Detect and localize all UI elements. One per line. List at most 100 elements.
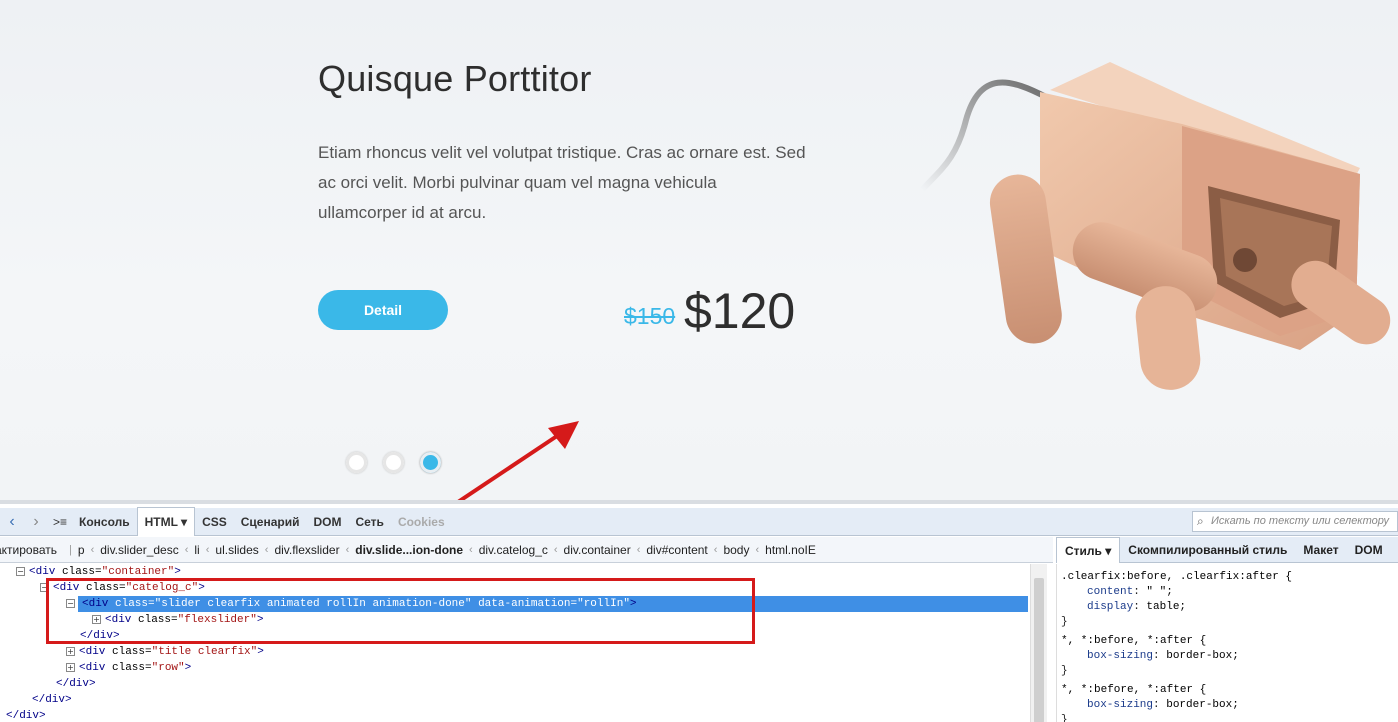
breadcrumb-item-content[interactable]: div#content xyxy=(642,543,711,557)
closing-tag: </div> xyxy=(80,630,120,642)
devtools-panel: ‹ › >≡ Консоль HTML ▾ CSS Сценарий DOM С… xyxy=(0,500,1398,722)
tree-row[interactable]: </div> xyxy=(32,692,72,708)
tag-name: <div xyxy=(79,646,106,658)
detail-button[interactable]: Detail xyxy=(318,290,448,330)
tree-row[interactable]: </div> xyxy=(6,708,46,722)
css-property-name: box-sizing xyxy=(1087,650,1154,662)
html-tree: − <div class="container"> − <div class="cat… xyxy=(0,564,1030,722)
css-property[interactable]: display: table; xyxy=(1061,600,1394,615)
css-property[interactable]: content: " "; xyxy=(1061,585,1394,600)
tab-html[interactable]: HTML ▾ xyxy=(136,507,196,536)
slider-pagination xyxy=(346,452,441,473)
slide-title: Quisque Porttitor xyxy=(318,58,592,99)
css-property-value: " "; xyxy=(1146,586,1173,598)
tag-close: > xyxy=(198,582,205,594)
tab-script[interactable]: Сценарий xyxy=(234,508,307,536)
attribute-name: class= xyxy=(108,598,155,610)
tree-row[interactable]: </div> xyxy=(56,676,96,692)
breadcrumb-item-container[interactable]: div.container xyxy=(560,543,635,557)
tab-side-dom[interactable]: DOM xyxy=(1347,537,1391,563)
tab-dom[interactable]: DOM xyxy=(307,508,349,536)
css-selector[interactable]: .clearfix:before, .clearfix:after { xyxy=(1061,570,1394,585)
slider-dot-1[interactable] xyxy=(346,452,367,473)
breadcrumb-item-slides[interactable]: ul.slides xyxy=(211,543,262,557)
breadcrumb-item-flexslider[interactable]: div.flexslider xyxy=(270,543,343,557)
tree-row-selected[interactable]: − <div class="slider clearfix animated ro… xyxy=(66,596,1028,612)
tree-row[interactable]: + <div class="title clearfix"> xyxy=(66,644,264,660)
attribute-value: "catelog_c" xyxy=(125,582,199,594)
css-rule: *, *:before, *:after {box-sizing: border… xyxy=(1061,634,1394,679)
tag-name: <div xyxy=(53,582,80,594)
tag-close: > xyxy=(257,646,264,658)
slider-dot-2[interactable] xyxy=(383,452,404,473)
tab-layout[interactable]: Макет xyxy=(1295,537,1346,563)
tab-style[interactable]: Стиль ▾ xyxy=(1056,536,1121,563)
closing-tag: </div> xyxy=(6,710,46,722)
breadcrumb-item-slider-desc[interactable]: div.slider_desc xyxy=(96,543,182,557)
breadcrumb-separator: ‹ xyxy=(755,543,760,556)
breadcrumb-separator: ‹ xyxy=(264,543,269,556)
tree-row[interactable]: </div> xyxy=(80,628,120,644)
css-property[interactable]: box-sizing: border-box; xyxy=(1061,698,1394,713)
breadcrumb-item-html[interactable]: html.noIE xyxy=(761,543,820,557)
hero-slider: Quisque Porttitor Etiam rhoncus velit ve… xyxy=(0,0,1398,500)
breadcrumb-separator: ‹ xyxy=(345,543,350,556)
breadcrumb-item-slider[interactable]: div.slide...ion-done xyxy=(351,543,467,557)
tag-name: <div xyxy=(79,662,106,674)
tree-row[interactable]: − <div class="catelog_c"> xyxy=(40,580,205,596)
css-property-name: box-sizing xyxy=(1087,699,1154,711)
search-placeholder: Искать по тексту или селектору xyxy=(1211,515,1390,527)
breadcrumb-item-li[interactable]: li xyxy=(190,543,203,557)
devtools-search-input[interactable]: ⌕ Искать по тексту или селектору xyxy=(1192,511,1398,532)
css-rule-end: } xyxy=(1061,714,1068,722)
command-line-icon[interactable]: >≡ xyxy=(48,510,72,534)
collapse-icon[interactable]: − xyxy=(40,583,49,592)
css-rule-end: } xyxy=(1061,616,1068,628)
devtools-tabbar: ‹ › >≡ Консоль HTML ▾ CSS Сценарий DOM С… xyxy=(0,507,1398,536)
tab-net[interactable]: Сеть xyxy=(349,508,391,536)
expand-icon[interactable]: + xyxy=(92,615,101,624)
breadcrumb-item-catelog[interactable]: div.catelog_c xyxy=(475,543,552,557)
breadcrumb: дактировать | p ‹ div.slider_desc ‹ li ‹… xyxy=(0,537,1053,563)
tree-row[interactable]: − <div class="container"> xyxy=(16,564,181,580)
tab-console[interactable]: Консоль xyxy=(72,508,137,536)
css-selector[interactable]: *, *:before, *:after { xyxy=(1061,683,1394,698)
back-icon[interactable]: ‹ xyxy=(0,510,24,534)
old-price: $150 xyxy=(624,303,676,329)
forward-icon[interactable]: › xyxy=(24,510,48,534)
tag-name: <div xyxy=(29,566,56,578)
css-colon: : xyxy=(1133,601,1147,613)
tag-close: > xyxy=(256,614,264,626)
attribute-value: "rollIn" xyxy=(577,598,630,610)
css-property-name: content xyxy=(1087,586,1134,598)
breadcrumb-separator: ‹ xyxy=(469,543,473,556)
expand-icon[interactable]: + xyxy=(66,663,75,672)
css-property-value: table; xyxy=(1146,601,1187,613)
product-image xyxy=(920,62,1391,390)
breadcrumb-separator: ‹ xyxy=(713,543,718,556)
breadcrumb-item-body[interactable]: body xyxy=(719,543,753,557)
slider-dot-3[interactable] xyxy=(420,452,441,473)
edit-button[interactable]: дактировать xyxy=(0,543,67,557)
css-selector[interactable]: *, *:before, *:after { xyxy=(1061,634,1394,649)
breadcrumb-separator: ‹ xyxy=(553,543,558,556)
attribute-name: class= xyxy=(131,614,178,626)
tree-row[interactable]: + <div class="flexslider"> xyxy=(92,612,263,628)
collapse-icon[interactable]: − xyxy=(16,567,25,576)
attribute-value: "slider clearfix animated rollIn animati… xyxy=(154,598,472,610)
tag-name: <div xyxy=(105,614,132,626)
tree-scrollbar[interactable] xyxy=(1030,564,1047,722)
tab-computed-style[interactable]: Скомпилированный стиль xyxy=(1120,537,1295,563)
scrollbar-thumb[interactable] xyxy=(1034,578,1044,722)
collapse-icon[interactable]: − xyxy=(66,599,75,608)
tab-cookies[interactable]: Cookies xyxy=(391,508,452,536)
css-property[interactable]: box-sizing: border-box; xyxy=(1061,649,1394,664)
breadcrumb-item-p[interactable]: p xyxy=(74,543,89,557)
attribute-value: "title clearfix" xyxy=(151,646,258,658)
css-colon: : xyxy=(1153,650,1167,662)
css-rule: .clearfix:before, .clearfix:after {conte… xyxy=(1061,570,1394,630)
tree-row[interactable]: + <div class="row"> xyxy=(66,660,191,676)
expand-icon[interactable]: + xyxy=(66,647,75,656)
tab-css[interactable]: CSS xyxy=(195,508,234,536)
attribute-name: data-animation= xyxy=(471,598,578,610)
